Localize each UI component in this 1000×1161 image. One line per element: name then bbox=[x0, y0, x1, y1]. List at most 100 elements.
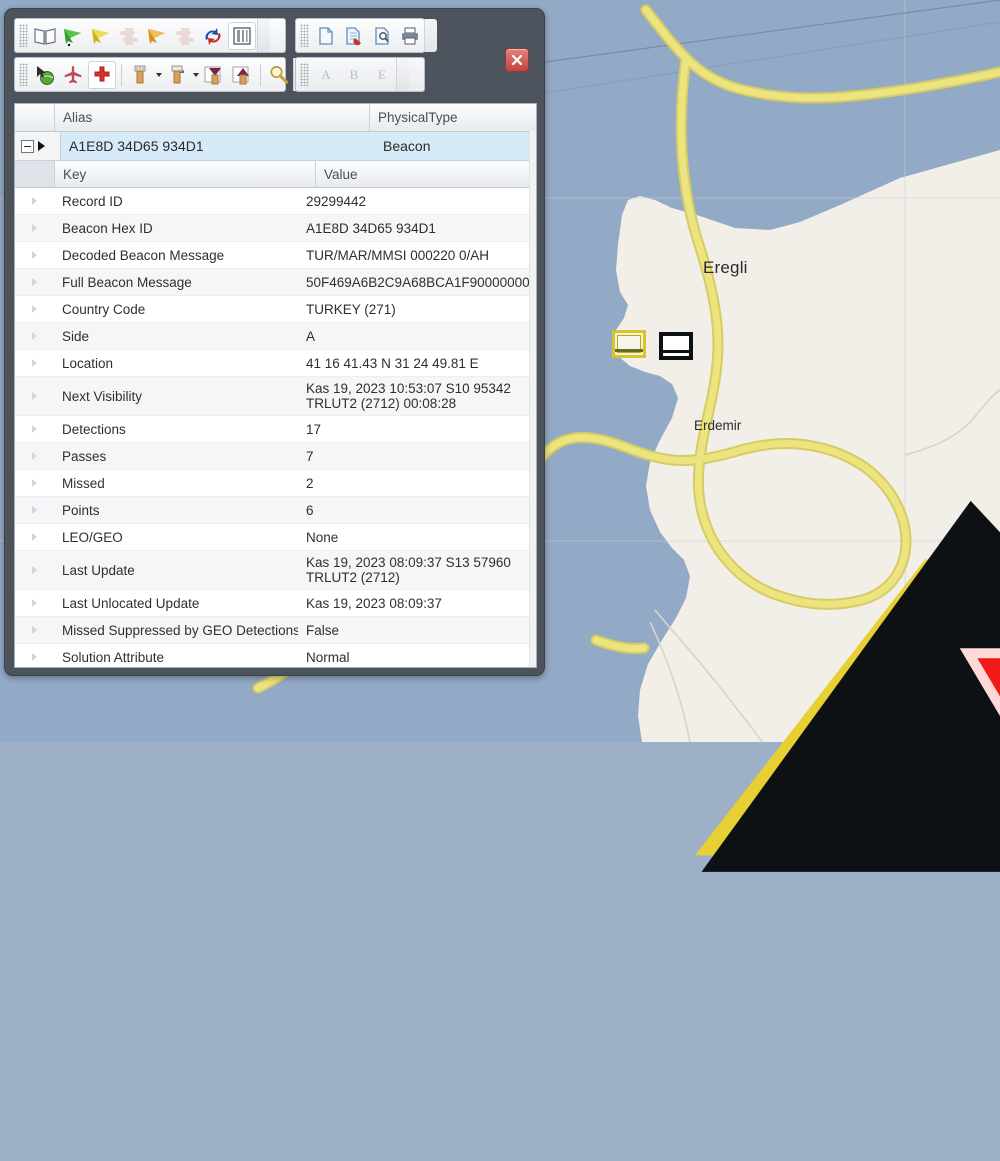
aircraft-icon[interactable] bbox=[60, 62, 86, 88]
filter-clear-dropdown-arrow[interactable] bbox=[191, 62, 200, 88]
filter-icon[interactable] bbox=[127, 62, 153, 88]
filter-remove-icon[interactable] bbox=[229, 62, 255, 88]
detail-value: TURKEY (271) bbox=[298, 296, 536, 322]
font-b-button: B bbox=[341, 62, 367, 88]
table-row[interactable]: Decoded Beacon MessageTUR/MAR/MMSI 00022… bbox=[15, 242, 536, 269]
toolbar-area: A B E bbox=[14, 18, 535, 96]
close-icon[interactable] bbox=[505, 48, 529, 72]
filter-dropdown-arrow[interactable] bbox=[154, 62, 163, 88]
detail-key: Passes bbox=[54, 443, 298, 469]
filter-clear-icon[interactable] bbox=[164, 62, 190, 88]
column-header-physicaltype[interactable]: PhysicalType bbox=[369, 104, 536, 131]
detail-key: Solution Attribute bbox=[54, 644, 298, 668]
column-header-value[interactable]: Value bbox=[315, 161, 536, 187]
toolbar-grip-2[interactable] bbox=[300, 24, 309, 47]
toolbar-grip-3[interactable] bbox=[19, 63, 28, 86]
columns-icon[interactable] bbox=[228, 22, 256, 50]
table-row[interactable]: Points6 bbox=[15, 497, 536, 524]
current-row-indicator-icon bbox=[38, 141, 45, 151]
table-row[interactable]: Detections17 bbox=[15, 416, 536, 443]
grid-row-gutter bbox=[15, 132, 61, 160]
detail-value: 50F469A6B2C9A68BCA1F9000000000 bbox=[298, 269, 537, 295]
detail-key: Next Visibility bbox=[54, 377, 298, 415]
toolbar-grip[interactable] bbox=[19, 24, 28, 47]
row-marker-icon bbox=[32, 332, 37, 340]
beacon-orange-icon[interactable] bbox=[144, 23, 170, 49]
table-row[interactable]: LEO/GEONone bbox=[15, 524, 536, 551]
table-row[interactable]: Location41 16 41.43 N 31 24 49.81 E bbox=[15, 350, 536, 377]
detail-value: 29299442 bbox=[298, 188, 536, 214]
beacon-yellow-icon[interactable] bbox=[88, 23, 114, 49]
detail-value: TUR/MAR/MMSI 000220 0/AH bbox=[298, 242, 536, 268]
filter-apply-icon[interactable] bbox=[201, 62, 227, 88]
font-a-button: A bbox=[313, 62, 339, 88]
detail-value: Kas 19, 2023 10:53:07 S10 95342 TRLUT2 (… bbox=[298, 377, 536, 415]
detail-value: 6 bbox=[298, 497, 536, 523]
grid-header-row: Alias PhysicalType bbox=[15, 104, 536, 132]
column-header-key[interactable]: Key bbox=[55, 161, 315, 187]
red-cross-icon[interactable] bbox=[88, 61, 116, 89]
export-icon[interactable] bbox=[341, 23, 367, 49]
row-marker-icon bbox=[32, 452, 37, 460]
table-row[interactable]: SideA bbox=[15, 323, 536, 350]
detail-value: Kas 19, 2023 08:09:37 bbox=[298, 590, 536, 616]
table-row[interactable]: Solution AttributeNormal bbox=[15, 644, 536, 668]
detail-value: 2 bbox=[298, 470, 536, 496]
row-marker-icon bbox=[32, 251, 37, 259]
detail-key: LEO/GEO bbox=[54, 524, 298, 550]
collapse-icon[interactable] bbox=[21, 140, 34, 153]
detail-key: Detections bbox=[54, 416, 298, 442]
table-row[interactable]: Last UpdateKas 19, 2023 08:09:37 S13 579… bbox=[15, 551, 536, 590]
table-row[interactable]: Missed Suppressed by GEO DetectionsFalse bbox=[15, 617, 536, 644]
grid-object-row[interactable]: A1E8D 34D65 934D1 Beacon bbox=[15, 132, 536, 161]
beacon-green-icon[interactable] bbox=[60, 23, 86, 49]
table-row[interactable]: Full Beacon Message50F469A6B2C9A68BCA1F9… bbox=[15, 269, 536, 296]
detail-value: None bbox=[298, 524, 536, 550]
toolbar-group-file bbox=[295, 18, 425, 53]
table-row[interactable]: Last Unlocated UpdateKas 19, 2023 08:09:… bbox=[15, 590, 536, 617]
puzzle-disabled-2-icon bbox=[172, 23, 198, 49]
font-b-label: B bbox=[350, 67, 359, 83]
detail-value: 41 16 41.43 N 31 24 49.81 E bbox=[298, 350, 536, 376]
table-row[interactable]: Beacon Hex IDA1E8D 34D65 934D1 bbox=[15, 215, 536, 242]
row-marker-icon bbox=[32, 653, 37, 661]
refresh-icon[interactable] bbox=[200, 23, 226, 49]
row-marker-icon bbox=[32, 359, 37, 367]
page-search-icon[interactable] bbox=[369, 23, 395, 49]
copy-icon[interactable] bbox=[313, 23, 339, 49]
globe-pointer-icon[interactable] bbox=[32, 62, 58, 88]
toolbar-overflow-2[interactable] bbox=[424, 19, 437, 52]
table-row[interactable]: Missed2 bbox=[15, 470, 536, 497]
toolbar-separator bbox=[121, 64, 122, 86]
detail-header-row: Key Value bbox=[15, 161, 536, 188]
row-marker-icon bbox=[32, 599, 37, 607]
column-header-alias[interactable]: Alias bbox=[55, 104, 369, 131]
row-marker-icon bbox=[32, 506, 37, 514]
detail-header-gutter bbox=[15, 161, 55, 187]
toolbar-overflow[interactable] bbox=[257, 19, 270, 52]
grid-scroll-track[interactable] bbox=[529, 131, 536, 667]
font-e-button: E bbox=[369, 62, 395, 88]
table-row[interactable]: Next VisibilityKas 19, 2023 10:53:07 S10… bbox=[15, 377, 536, 416]
table-row[interactable]: Country CodeTURKEY (271) bbox=[15, 296, 536, 323]
detail-key: Record ID bbox=[54, 188, 298, 214]
table-row[interactable]: Passes7 bbox=[15, 443, 536, 470]
toolbar-grip-4[interactable] bbox=[300, 63, 309, 86]
detail-key: Side bbox=[54, 323, 298, 349]
grid-header-gutter bbox=[15, 104, 55, 131]
table-row[interactable]: Record ID29299442 bbox=[15, 188, 536, 215]
toolbar-group-format: A B E bbox=[295, 57, 425, 92]
detail-value: Kas 19, 2023 08:09:37 S13 57960 TRLUT2 (… bbox=[298, 551, 536, 589]
detail-key: Missed bbox=[54, 470, 298, 496]
print-icon[interactable] bbox=[397, 23, 423, 49]
open-book-icon[interactable] bbox=[32, 23, 58, 49]
detail-value: 7 bbox=[298, 443, 536, 469]
toolbar-row-1 bbox=[14, 18, 535, 53]
font-e-label: E bbox=[378, 67, 386, 83]
beacon-details-window: A B E Alias PhysicalType A1E8D bbox=[4, 8, 545, 676]
detail-key: Points bbox=[54, 497, 298, 523]
row-marker-icon bbox=[32, 425, 37, 433]
toolbar-group-view bbox=[14, 18, 286, 53]
toolbar-overflow-4[interactable] bbox=[396, 58, 409, 91]
search-magnifier-icon[interactable] bbox=[266, 62, 292, 88]
